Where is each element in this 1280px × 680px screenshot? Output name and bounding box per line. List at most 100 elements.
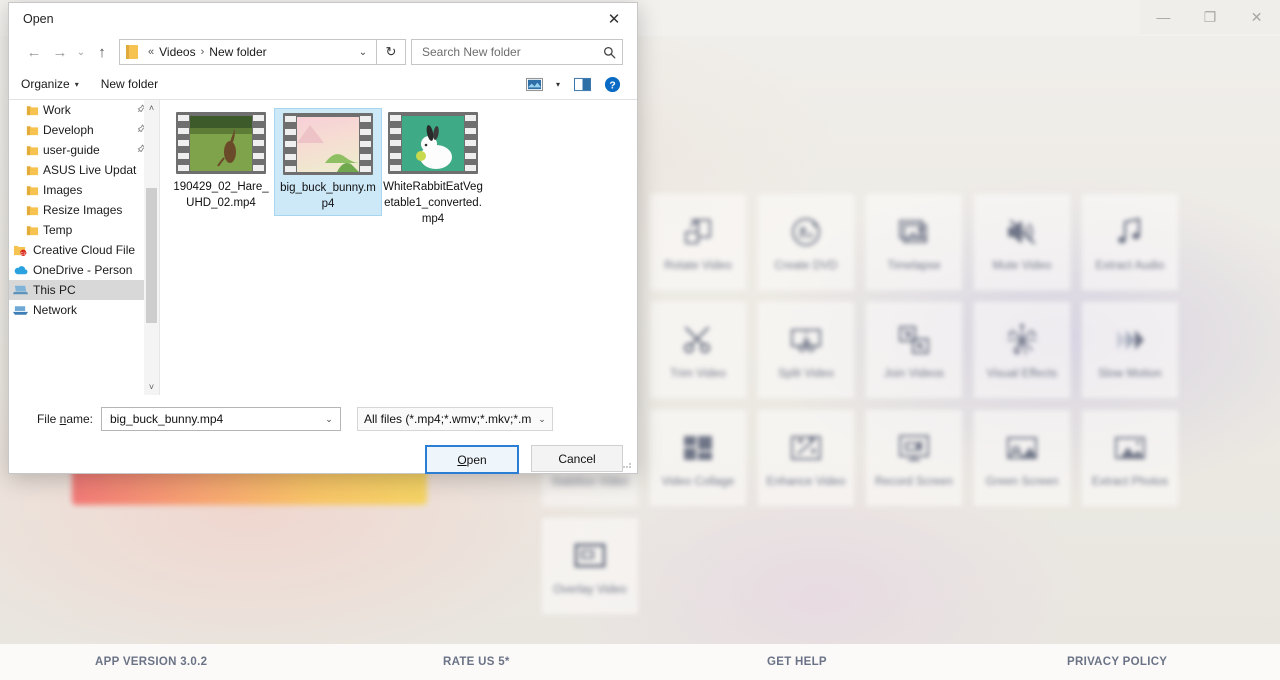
chevron-down-icon: ▾ [75, 80, 79, 89]
chevron-down-icon[interactable]: ⌄ [320, 409, 338, 429]
footer-privacy-policy[interactable]: PRIVACY POLICY [1067, 656, 1167, 668]
file-item-big-buck-bunny[interactable]: big_buck_bunny.mp4 [274, 108, 382, 216]
tile-visual-effects[interactable]: Visual Effects [974, 302, 1070, 398]
visual-effects-icon [1002, 320, 1042, 360]
scrollbar-thumb[interactable] [146, 188, 157, 323]
view-options-icon[interactable] [521, 73, 547, 95]
thumbnail-image [297, 117, 359, 172]
filename-input[interactable] [108, 411, 320, 427]
nav-item-label: Images [43, 183, 82, 197]
join-videos-icon [894, 320, 934, 360]
refresh-icon[interactable]: ↻ [377, 39, 406, 65]
video-thumbnail [176, 112, 266, 174]
tile-overlay-video[interactable]: Overlay Video [542, 518, 638, 614]
chevron-down-icon: ⌄ [534, 414, 550, 425]
navigation-scrollbar[interactable]: ˄ ˅ [144, 100, 159, 395]
open-button[interactable]: Open [425, 445, 519, 474]
creative-cloud-icon: Cc [9, 240, 31, 260]
folder-icon [21, 120, 43, 140]
film-perforations-left [390, 115, 401, 171]
scroll-down-icon[interactable]: ˅ [144, 379, 159, 395]
nav-item-label: Work [43, 103, 71, 117]
filename-input-wrapper[interactable]: ⌄ [101, 407, 341, 431]
tile-record-screen[interactable]: Record Screen [866, 410, 962, 506]
nav-item-label: Network [33, 303, 77, 317]
tile-slow-motion[interactable]: Slow Motion [1082, 302, 1178, 398]
nav-item-creative-cloud-file[interactable]: CcCreative Cloud File [9, 240, 159, 260]
dialog-toolbar: Organize ▾ New folder ▾ [9, 69, 637, 100]
navigation-row: ← → ⌄ ↑ « Videos › New folder ⌄ ↻ [9, 35, 637, 69]
nav-item-work[interactable]: Work [9, 100, 159, 120]
view-caret-label: ▾ [556, 80, 560, 89]
tile-create-dvd[interactable]: DVD Create DVD [758, 194, 854, 290]
tile-label: Extract Audio [1095, 260, 1164, 272]
file-item-hare[interactable]: 190429_02_Hare_UHD_02.mp4 [168, 108, 274, 214]
filetype-select[interactable]: All files (*.mp4;*.wmv;*.mkv;*.m ⌄ [357, 407, 553, 431]
footer-rate-us[interactable]: RATE US 5* [443, 656, 510, 668]
nav-item-user-guide[interactable]: user-guide [9, 140, 159, 160]
resize-grip-icon[interactable] [621, 458, 633, 470]
mute-video-icon [1002, 212, 1042, 252]
tile-extract-photos[interactable]: Extract Photos [1082, 410, 1178, 506]
file-item-white-rabbit[interactable]: WhiteRabbitEatVegetable1_converted.mp4 [380, 108, 486, 230]
folder-icon [21, 180, 43, 200]
nav-item-onedrive-person[interactable]: OneDrive - Person [9, 260, 159, 280]
nav-item-images[interactable]: Images [9, 180, 159, 200]
folder-icon [21, 220, 43, 240]
create-dvd-icon: DVD [786, 212, 826, 252]
split-video-icon [786, 320, 826, 360]
tile-join-videos[interactable]: Join Videos [866, 302, 962, 398]
forward-icon[interactable]: → [47, 39, 73, 65]
filetype-value: All files (*.mp4;*.wmv;*.mkv;*.m [364, 412, 531, 426]
extract-photos-icon [1110, 428, 1150, 468]
nav-item-temp[interactable]: Temp [9, 220, 159, 240]
tile-enhance-video[interactable]: Enhance Video [758, 410, 854, 506]
search-input[interactable] [420, 44, 600, 60]
nav-item-network[interactable]: Network [9, 300, 159, 320]
tile-timelapse[interactable]: Timelapse [866, 194, 962, 290]
organize-menu[interactable]: Organize ▾ [21, 77, 79, 91]
preview-pane-icon[interactable] [569, 73, 595, 95]
nav-item-this-pc[interactable]: This PC [9, 280, 159, 300]
breadcrumb-new-folder[interactable]: New folder [209, 45, 266, 59]
tile-trim-video[interactable]: Trim Video [650, 302, 746, 398]
svg-text:?: ? [609, 80, 615, 91]
search-box[interactable] [411, 39, 623, 65]
film-perforations-right [360, 116, 371, 172]
tile-green-screen[interactable]: Green Screen [974, 410, 1070, 506]
tile-label: Join Videos [884, 368, 944, 380]
breadcrumb-videos[interactable]: Videos [159, 45, 195, 59]
tile-label: Video Collage [662, 476, 735, 488]
address-bar[interactable]: « Videos › New folder ⌄ [119, 39, 377, 65]
recent-locations-icon[interactable]: ⌄ [73, 39, 89, 65]
nav-item-developh[interactable]: Developh [9, 120, 159, 140]
chevron-down-icon[interactable]: ⌄ [352, 41, 374, 63]
breadcrumb-prefix: « [148, 46, 154, 58]
up-icon[interactable]: ↑ [89, 39, 115, 65]
tile-label: Slow Motion [1098, 368, 1162, 380]
dialog-title-bar: Open ✕ [9, 3, 637, 35]
back-icon[interactable]: ← [21, 39, 47, 65]
nav-item-resize-images[interactable]: Resize Images [9, 200, 159, 220]
cancel-button[interactable]: Cancel [531, 445, 623, 472]
new-folder-button[interactable]: New folder [101, 77, 158, 91]
tile-mute-video[interactable]: Mute Video [974, 194, 1070, 290]
folder-icon [126, 45, 138, 59]
nav-item-asus-live-updat[interactable]: ASUS Live Updat [9, 160, 159, 180]
footer-get-help[interactable]: GET HELP [767, 656, 827, 668]
tile-split-video[interactable]: Split Video [758, 302, 854, 398]
tile-label: Extract Photos [1092, 476, 1168, 488]
chevron-down-icon[interactable]: ▾ [551, 73, 565, 95]
tile-extract-audio[interactable]: Extract Audio [1082, 194, 1178, 290]
help-icon[interactable]: ? [599, 73, 625, 95]
this-pc-icon [9, 280, 31, 300]
tile-label: Green Screen [986, 476, 1059, 488]
tile-label: Visual Effects [987, 368, 1058, 380]
file-list-pane: 190429_02_Hare_UHD_02.mp4 [160, 100, 637, 395]
scroll-up-icon[interactable]: ˄ [144, 100, 159, 116]
video-thumbnail [388, 112, 478, 174]
toolbar-right-group: ▾ ? [521, 73, 625, 95]
tile-video-collage[interactable]: Video Collage [650, 410, 746, 506]
close-icon[interactable]: ✕ [591, 3, 637, 34]
tile-rotate-video[interactable]: Rotate Video [650, 194, 746, 290]
